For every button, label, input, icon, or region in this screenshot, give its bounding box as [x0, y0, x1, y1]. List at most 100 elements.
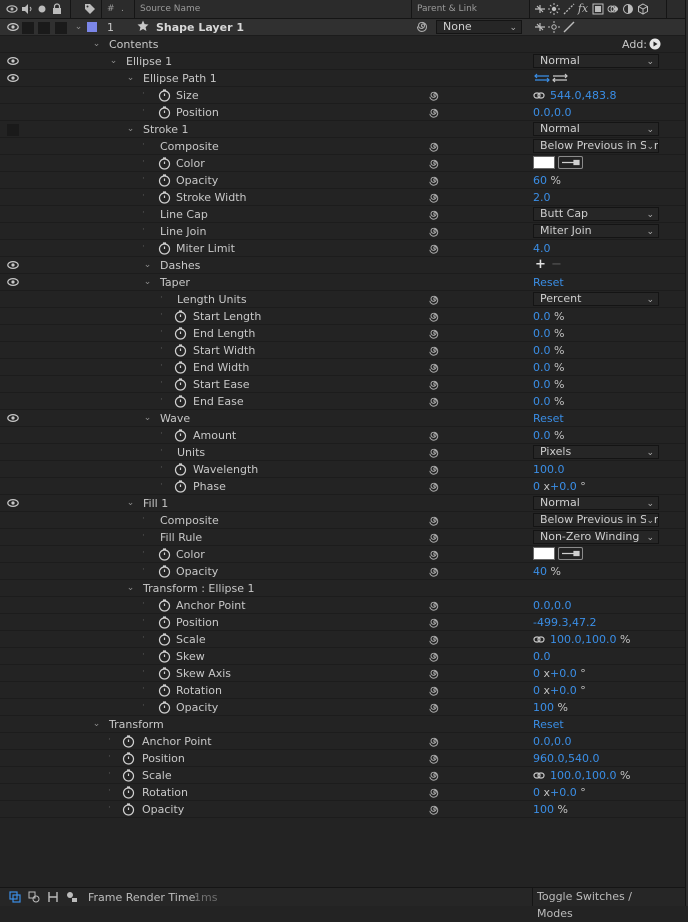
number-column-header[interactable]: # — [107, 4, 115, 14]
layer-twirl-chevron-icon[interactable]: ⌄ — [74, 23, 83, 32]
reset-link[interactable]: Reset — [533, 412, 564, 425]
reset-link[interactable]: Reset — [533, 276, 564, 289]
twirl-chevron-icon[interactable]: ⌄ — [143, 414, 152, 423]
stopwatch-icon[interactable] — [122, 735, 135, 748]
pickwhip-spiral-icon[interactable] — [429, 668, 441, 680]
stopwatch-icon[interactable] — [158, 191, 171, 204]
solo-dot-icon[interactable] — [36, 3, 48, 15]
transfer-controls-icon[interactable] — [47, 891, 59, 906]
pickwhip-spiral-icon[interactable] — [429, 107, 441, 119]
line-cap-dropdown[interactable]: Butt Cap ⌄ — [533, 207, 659, 221]
property-row-rotation[interactable]: · Rotation 0 x+0.0 ° — [0, 784, 688, 801]
property-value[interactable]: 0 x+0.0 ° — [533, 667, 586, 680]
stopwatch-icon[interactable] — [158, 565, 171, 578]
group-row-transform-ellipse-1[interactable]: ⌄ Transform : Ellipse 1 — [0, 580, 688, 597]
property-value[interactable]: 0 x+0.0 ° — [533, 786, 586, 799]
property-value[interactable]: 0 x+0.0 ° — [533, 684, 586, 697]
value-text[interactable]: 0 — [533, 480, 540, 493]
color-swatch[interactable] — [533, 156, 555, 169]
pickwhip-spiral-icon[interactable] — [429, 447, 441, 459]
pickwhip-spiral-icon[interactable] — [429, 209, 441, 221]
contents-row[interactable]: ⌄ Contents Add: — [0, 36, 688, 53]
twirl-chevron-icon[interactable]: ⌄ — [126, 584, 135, 593]
property-row-fill-rule[interactable]: · Fill Rule Non-Zero Winding ⌄ — [0, 529, 688, 546]
property-row-position[interactable]: · Position 960.0,540.0 — [0, 750, 688, 767]
value-text[interactable]: 100.0,100.0 — [550, 769, 616, 782]
stopwatch-icon[interactable] — [158, 633, 171, 646]
constrain-link-icon[interactable] — [533, 91, 545, 100]
composite-dropdown[interactable]: Below Previous in Same Group⌄ — [533, 513, 659, 527]
pickwhip-spiral-icon[interactable] — [429, 243, 441, 255]
adjustment-layer-icon[interactable] — [622, 3, 634, 15]
stopwatch-icon[interactable] — [174, 429, 187, 442]
graph-editor-icon[interactable] — [66, 891, 78, 906]
property-row-phase[interactable]: · Phase 0 x+0.0 ° — [0, 478, 688, 495]
value-text[interactable]: 0.0 — [533, 344, 551, 357]
property-value[interactable]: 0 x+0.0 ° — [533, 480, 586, 493]
pickwhip-spiral-icon[interactable] — [429, 770, 441, 782]
property-value[interactable]: 0.0 % — [533, 310, 564, 323]
value-text[interactable]: 0.0 — [533, 429, 551, 442]
blend-mode-dropdown[interactable]: Normal ⌄ — [533, 496, 659, 510]
pickwhip-spiral-icon[interactable] — [429, 158, 441, 170]
property-value[interactable]: 0.0 % — [533, 429, 564, 442]
blend-mode-dropdown[interactable]: Normal ⌄ — [533, 122, 659, 136]
3d-layer-cube-icon[interactable] — [637, 3, 649, 15]
pickwhip-spiral-icon[interactable] — [429, 430, 441, 442]
pickwhip-spiral-icon[interactable] — [429, 600, 441, 612]
stopwatch-icon[interactable] — [158, 684, 171, 697]
stopwatch-icon[interactable] — [174, 395, 187, 408]
property-row-end-width[interactable]: · End Width 0.0 % — [0, 359, 688, 376]
property-value[interactable]: 0.0 % — [533, 378, 564, 391]
property-value[interactable]: 60 % — [533, 174, 561, 187]
stopwatch-icon[interactable] — [158, 174, 171, 187]
value-text[interactable]: 0 — [533, 786, 540, 799]
comp-flowchart-icon[interactable] — [9, 891, 21, 906]
property-row-miter-limit[interactable]: · Miter Limit 4.0 — [0, 240, 688, 257]
property-value[interactable]: 0.0 % — [533, 361, 564, 374]
property-row-anchor-point[interactable]: · Anchor Point 0.0,0.0 — [0, 733, 688, 750]
stopwatch-icon[interactable] — [122, 786, 135, 799]
audio-switch-box[interactable] — [22, 22, 34, 34]
value-text[interactable]: 544.0,483.8 — [550, 89, 616, 102]
pickwhip-spiral-icon[interactable] — [429, 379, 441, 391]
group-row-dashes[interactable]: ⌄ Dashes + − — [0, 257, 688, 274]
constrain-link-icon[interactable] — [533, 635, 545, 644]
stopwatch-icon[interactable] — [122, 752, 135, 765]
stopwatch-icon[interactable] — [174, 361, 187, 374]
pickwhip-spiral-icon[interactable] — [429, 549, 441, 561]
property-value[interactable]: 100 % — [533, 701, 568, 714]
eyedropper-icon[interactable] — [558, 547, 583, 560]
pickwhip-spiral-icon[interactable] — [429, 617, 441, 629]
stopwatch-icon[interactable] — [158, 599, 171, 612]
pickwhip-spiral-icon[interactable] — [429, 566, 441, 578]
value-text[interactable]: 0.0 — [533, 395, 551, 408]
property-value[interactable]: 100.0,100.0 % — [533, 769, 630, 782]
stopwatch-icon[interactable] — [122, 769, 135, 782]
property-value[interactable]: 0.0 — [533, 650, 551, 663]
group-row-stroke-1[interactable]: ⌄ Stroke 1 Normal ⌄ — [0, 121, 688, 138]
property-value[interactable]: 4.0 — [533, 242, 551, 255]
property-row-composite[interactable]: · Composite Below Previous in Same Group… — [0, 512, 688, 529]
property-row-units[interactable]: · Units Pixels ⌄ — [0, 444, 688, 461]
pickwhip-spiral-icon[interactable] — [429, 90, 441, 102]
quality-switch-icon[interactable] — [563, 21, 575, 36]
color-swatch[interactable] — [533, 547, 555, 560]
pickwhip-spiral-icon[interactable] — [429, 464, 441, 476]
property-row-start-width[interactable]: · Start Width 0.0 % — [0, 342, 688, 359]
visibility-eye-icon[interactable] — [7, 260, 19, 270]
value-text[interactable]: 60 — [533, 174, 547, 187]
twirl-chevron-icon[interactable]: ⌄ — [126, 499, 135, 508]
source-name-header[interactable]: Source Name — [140, 4, 200, 14]
property-row-stroke-width[interactable]: · Stroke Width 2.0 — [0, 189, 688, 206]
stopwatch-icon[interactable] — [174, 344, 187, 357]
visibility-off-box[interactable] — [7, 124, 19, 136]
visibility-eye-icon[interactable] — [7, 56, 19, 66]
pickwhip-spiral-icon[interactable] — [429, 515, 441, 527]
visibility-eye-icon[interactable] — [7, 413, 19, 423]
property-value[interactable]: 40 % — [533, 565, 561, 578]
pickwhip-spiral-icon[interactable] — [429, 192, 441, 204]
audio-speaker-icon[interactable] — [21, 3, 33, 15]
property-row-opacity[interactable]: · Opacity 60 % — [0, 172, 688, 189]
property-row-rotation[interactable]: · Rotation 0 x+0.0 ° — [0, 682, 688, 699]
